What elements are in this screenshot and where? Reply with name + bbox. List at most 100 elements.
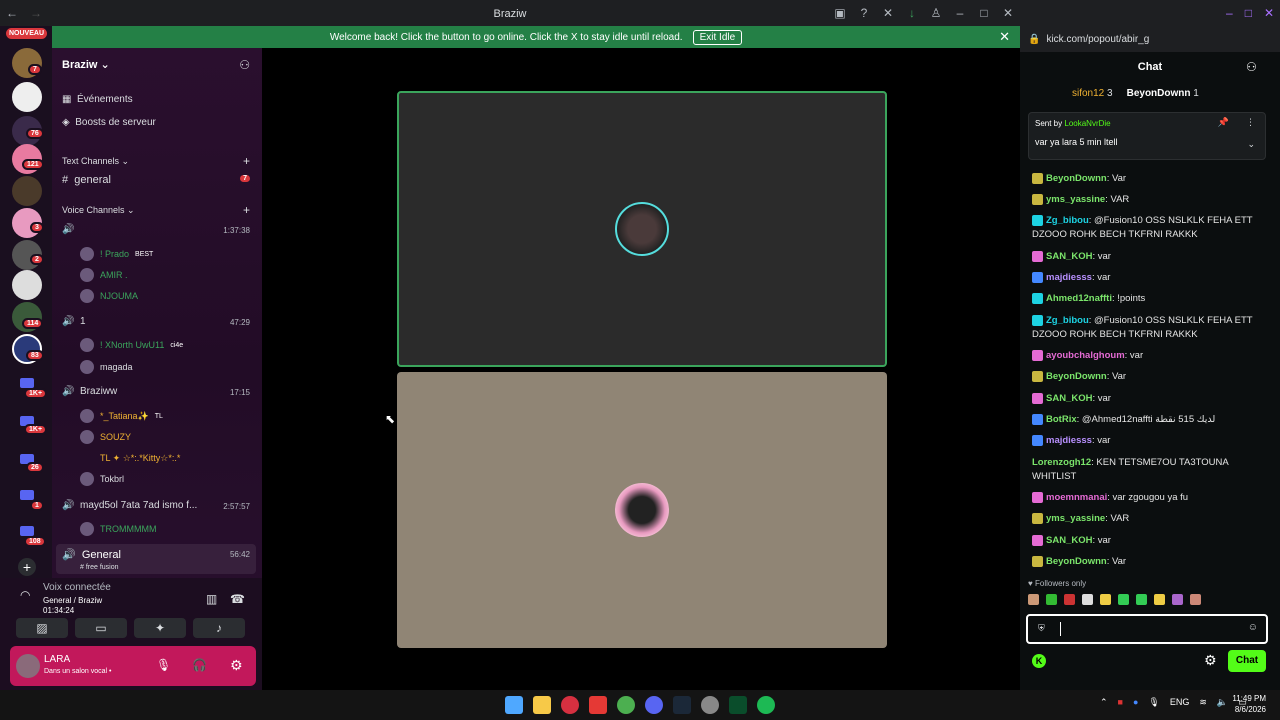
folder-icon[interactable] (20, 378, 34, 388)
maximize-icon[interactable]: □ (972, 6, 996, 20)
chat-username[interactable]: BeyonDownn (1046, 173, 1107, 184)
voice-category[interactable]: Voice Channels ⌄ (62, 205, 135, 216)
chat-username[interactable]: Zg_bibou (1046, 215, 1089, 226)
spotify-icon[interactable] (757, 696, 775, 714)
chat-message[interactable]: Zg_bibou: @Fusion10 OSS NSLKLK FEHA ETT … (1032, 214, 1268, 242)
app-icon[interactable] (729, 696, 747, 714)
participant-tile-speaking[interactable] (397, 91, 887, 367)
clock[interactable]: 11:49 PM 8/6/2026 (1232, 693, 1266, 715)
close-icon[interactable]: ✕ (996, 6, 1020, 20)
chat-username[interactable]: yms_yassine (1046, 194, 1105, 205)
noise-suppression-icon[interactable]: ▥ (206, 592, 217, 606)
steam-icon[interactable] (673, 696, 691, 714)
url-text[interactable]: kick.com/popout/abir_g (1046, 34, 1149, 45)
volume-icon[interactable]: 🔈 (1217, 697, 1228, 708)
chat-username[interactable]: Ahmed12naffti (1046, 293, 1112, 304)
inbox-icon[interactable]: ▣ (828, 6, 852, 20)
app-icon[interactable]: ♙ (924, 6, 948, 20)
screen-share-button[interactable]: ▭ (75, 618, 127, 638)
chat-username[interactable]: BeyonDownn (1046, 556, 1107, 567)
chat-username[interactable]: moemnmanai (1046, 492, 1107, 503)
emote-icon[interactable] (1172, 594, 1183, 605)
mic-icon[interactable]: 🎙 (1148, 697, 1159, 708)
close-icon[interactable]: ✕ (1264, 6, 1274, 20)
emote-icon[interactable] (1028, 594, 1039, 605)
more-icon[interactable]: ⋮ (1246, 117, 1255, 128)
emote-icon[interactable] (1100, 594, 1111, 605)
chat-message[interactable]: BeyonDownn: Var (1032, 172, 1268, 186)
emoji-icon[interactable]: ☺ (1248, 622, 1258, 633)
voice-user[interactable]: magada (80, 360, 133, 374)
chat-message[interactable]: Zg_bibou: @Fusion10 OSS NSLKLK FEHA ETT … (1032, 314, 1268, 342)
video-off-button[interactable]: ▨ (16, 618, 68, 638)
banner-close-icon[interactable]: ✕ (999, 29, 1010, 45)
emote-icon[interactable] (1118, 594, 1129, 605)
voice-user[interactable]: TL ✦ ☆*:.*Kitty☆*:.* (80, 451, 180, 465)
add-member-icon[interactable]: ⚇ (239, 58, 250, 72)
chat-message[interactable]: yms_yassine: VAR (1032, 193, 1268, 207)
maximize-icon[interactable]: □ (1245, 6, 1252, 20)
chat-username[interactable]: Lorenzogh12 (1032, 457, 1091, 468)
chat-message[interactable]: moemnmanai: var zgougou ya fu (1032, 491, 1268, 505)
chat-message[interactable]: SAN_KOH: var (1032, 250, 1268, 264)
settings-icon[interactable] (701, 696, 719, 714)
windows-start-icon[interactable] (505, 696, 523, 714)
wifi-icon[interactable]: ≋ (1199, 697, 1207, 708)
soundboard-button[interactable]: ♪ (193, 618, 245, 638)
disconnect-icon[interactable]: ☎ (230, 592, 245, 606)
chat-message[interactable]: Lorenzogh12: KEN TETSME7OU TA3TOUNA WHIT… (1032, 456, 1268, 484)
chat-message[interactable]: BotRix: @Ahmed12naffti لديك 515 نقطة (1032, 413, 1268, 427)
vivaldi-icon[interactable] (589, 696, 607, 714)
avatar[interactable] (16, 654, 40, 678)
pin-icon[interactable]: 📌 (1218, 117, 1229, 128)
voice-user[interactable]: SOUZY (80, 430, 131, 444)
emote-icon[interactable] (1136, 594, 1147, 605)
help-icon[interactable]: ? (852, 6, 876, 20)
voice-user[interactable]: ! XNorth UwU11 ci4e (80, 338, 183, 352)
settings-icon[interactable]: ⚙ (230, 657, 243, 674)
headphones-icon[interactable]: 🎧 (192, 658, 207, 672)
chevron-down-icon[interactable]: ⌄ (1247, 139, 1255, 150)
chat-username[interactable]: ayoubchalghoum (1046, 350, 1125, 361)
folder-icon[interactable] (20, 490, 34, 500)
voice-user[interactable]: *_Tatiana✨ TL (80, 409, 163, 423)
mic-icon[interactable]: 🎙 (156, 658, 171, 672)
emote-icon[interactable] (1046, 594, 1057, 605)
settings-icon[interactable]: ⚙ (1204, 652, 1217, 669)
chrome-icon[interactable] (617, 696, 635, 714)
chat-message[interactable]: majdiesss: var (1032, 434, 1268, 448)
voice-user[interactable]: NJOUMA (80, 289, 138, 303)
send-chat-button[interactable]: Chat (1228, 650, 1266, 672)
discord-icon[interactable] (645, 696, 663, 714)
server-icon[interactable] (12, 176, 42, 206)
add-server-icon[interactable]: + (18, 558, 36, 576)
server-icon[interactable] (12, 82, 42, 112)
chat-input[interactable]: ⛨ ☺ (1026, 614, 1268, 644)
pinned-message[interactable]: Sent by LookaNvrDie var ya lara 5 min lt… (1028, 112, 1266, 160)
opera-icon[interactable] (561, 696, 579, 714)
chat-username[interactable]: SAN_KOH (1046, 393, 1092, 404)
chat-message[interactable]: majdiesss: var (1032, 271, 1268, 285)
tray-chevron-icon[interactable]: ⌃ (1100, 697, 1108, 708)
exit-idle-button[interactable]: Exit Idle (692, 29, 743, 45)
boosts-link[interactable]: ◈ Boosts de serveur (62, 117, 272, 128)
voice-user[interactable]: AMIR . (80, 268, 128, 282)
emote-icon[interactable] (1082, 594, 1093, 605)
chat-message[interactable]: yms_yassine: VAR (1032, 512, 1268, 526)
folder-icon[interactable] (20, 526, 34, 536)
tray-app-icon[interactable]: ● (1133, 697, 1138, 708)
events-link[interactable]: ▦ Événements (62, 94, 272, 105)
voice-user[interactable]: TROMMMMM (80, 522, 156, 536)
users-icon[interactable]: ⚇ (1246, 60, 1257, 74)
badge-icon[interactable]: ⛨ (1038, 623, 1045, 634)
text-category[interactable]: Text Channels ⌄ (62, 156, 129, 167)
chat-username[interactable]: Zg_bibou (1046, 315, 1089, 326)
chat-message[interactable]: BeyonDownn: Var (1032, 370, 1268, 384)
server-icon[interactable] (12, 270, 42, 300)
add-channel-icon[interactable]: + (243, 154, 250, 168)
minimize-icon[interactable]: – (1226, 6, 1233, 20)
minimize-icon[interactable]: – (948, 6, 972, 20)
chat-message[interactable]: BeyonDownn: Var (1032, 555, 1268, 569)
chat-username[interactable]: BotRix (1046, 414, 1077, 425)
language-indicator[interactable]: ENG (1170, 697, 1190, 708)
